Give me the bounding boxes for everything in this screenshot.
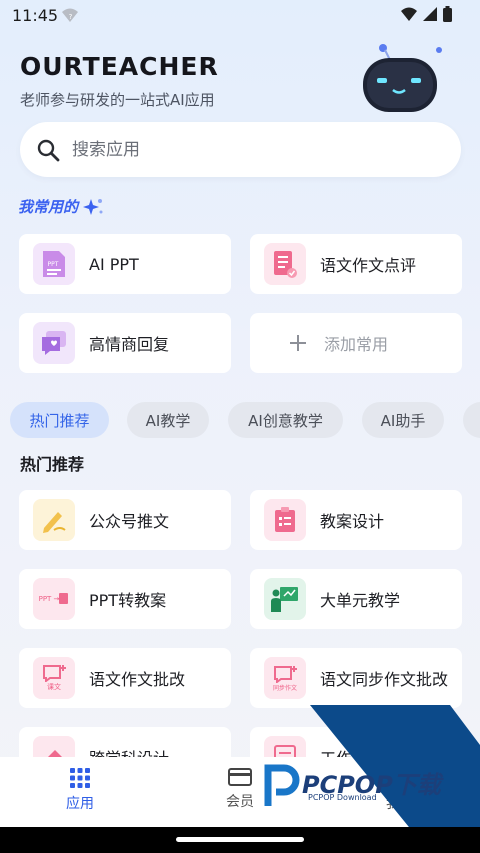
heart-chat-icon — [33, 322, 75, 364]
app-card-essay-correct[interactable]: 课文 语文作文批改 — [19, 648, 231, 708]
favorite-card-essay-review[interactable]: 语文作文点评 — [250, 234, 462, 294]
svg-text:PPT: PPT — [48, 261, 59, 268]
watermark-logo-icon — [262, 760, 302, 806]
status-time: 11:45 — [12, 6, 59, 25]
plus-icon — [290, 335, 306, 351]
card-icon — [228, 768, 252, 786]
app-card-big-unit[interactable]: 大单元教学 — [250, 569, 462, 629]
essay-correct-icon: 课文 — [33, 657, 75, 699]
search-input[interactable] — [72, 139, 392, 160]
tab-hot[interactable]: 热门推荐 — [10, 402, 109, 438]
search-icon — [37, 139, 60, 161]
add-favorite-button[interactable]: 添加常用 — [250, 313, 462, 373]
favorite-label: 语文作文点评 — [320, 256, 417, 275]
status-bar: 11:45 ? — [0, 0, 480, 32]
signal-icon — [423, 7, 437, 21]
app-label: 语文同步作文批改 — [320, 670, 449, 689]
app-label: 公众号推文 — [89, 512, 170, 531]
tab-ai-creative[interactable]: AI创意教学 — [228, 402, 343, 438]
battery-icon — [443, 6, 452, 22]
nav-label: 会员 — [226, 794, 254, 810]
search-bar[interactable] — [20, 122, 461, 177]
tab-ai-assistant[interactable]: AI助手 — [362, 402, 444, 438]
favorite-label: AI PPT — [89, 254, 139, 274]
apps-grid-icon — [70, 768, 90, 788]
favorite-card-eq-reply[interactable]: 高情商回复 — [19, 313, 231, 373]
clipboard-icon — [264, 499, 306, 541]
watermark-subtext: PCPOP Download — [308, 793, 377, 802]
nav-label: 应用 — [66, 796, 94, 812]
robot-mascot-icon — [363, 44, 442, 112]
system-nav-bar — [0, 827, 480, 853]
brand-subtitle: 老师参与研发的一站式AI应用 — [20, 91, 215, 109]
wifi-unknown-icon: ? — [62, 8, 78, 22]
app-label: 语文作文批改 — [89, 670, 186, 689]
favorites-title: 我常用的 — [18, 198, 79, 216]
favorite-card-ai-ppt[interactable]: PPT AI PPT — [19, 234, 231, 294]
svg-text:?: ? — [69, 13, 73, 21]
essay-review-icon — [264, 243, 306, 285]
home-handle[interactable] — [176, 837, 304, 842]
app-label: 大单元教学 — [320, 591, 401, 610]
favorites-header: 我常用的 — [18, 196, 104, 217]
brand-title: OURTEACHER — [20, 52, 219, 81]
ppt-convert-icon: PPT → — [33, 578, 75, 620]
sparkle-icon — [83, 198, 103, 215]
teacher-board-icon — [264, 578, 306, 620]
app-card-lesson-plan[interactable]: 教案设计 — [250, 490, 462, 550]
tab-more[interactable] — [463, 402, 480, 438]
app-card-wechat-post[interactable]: 公众号推文 — [19, 490, 231, 550]
add-favorite-label: 添加常用 — [324, 335, 389, 354]
category-tabs: 热门推荐 AI教学 AI创意教学 AI助手 — [10, 402, 480, 438]
favorite-label: 高情商回复 — [89, 335, 170, 354]
tab-ai-teaching[interactable]: AI教学 — [127, 402, 209, 438]
app-label: PPT转教案 — [89, 591, 167, 610]
app-card-sync-essay[interactable]: 同步作文 语文同步作文批改 — [250, 648, 462, 708]
nav-apps[interactable]: 应用 — [40, 767, 120, 813]
hot-section-title: 热门推荐 — [20, 455, 85, 474]
pen-write-icon — [33, 499, 75, 541]
sync-essay-icon: 同步作文 — [264, 657, 306, 699]
app-card-ppt-to-lesson[interactable]: PPT → PPT转教案 — [19, 569, 231, 629]
ppt-doc-icon: PPT — [33, 243, 75, 285]
status-icons — [401, 6, 452, 22]
wifi-icon — [401, 7, 417, 21]
app-label: 教案设计 — [320, 512, 385, 531]
